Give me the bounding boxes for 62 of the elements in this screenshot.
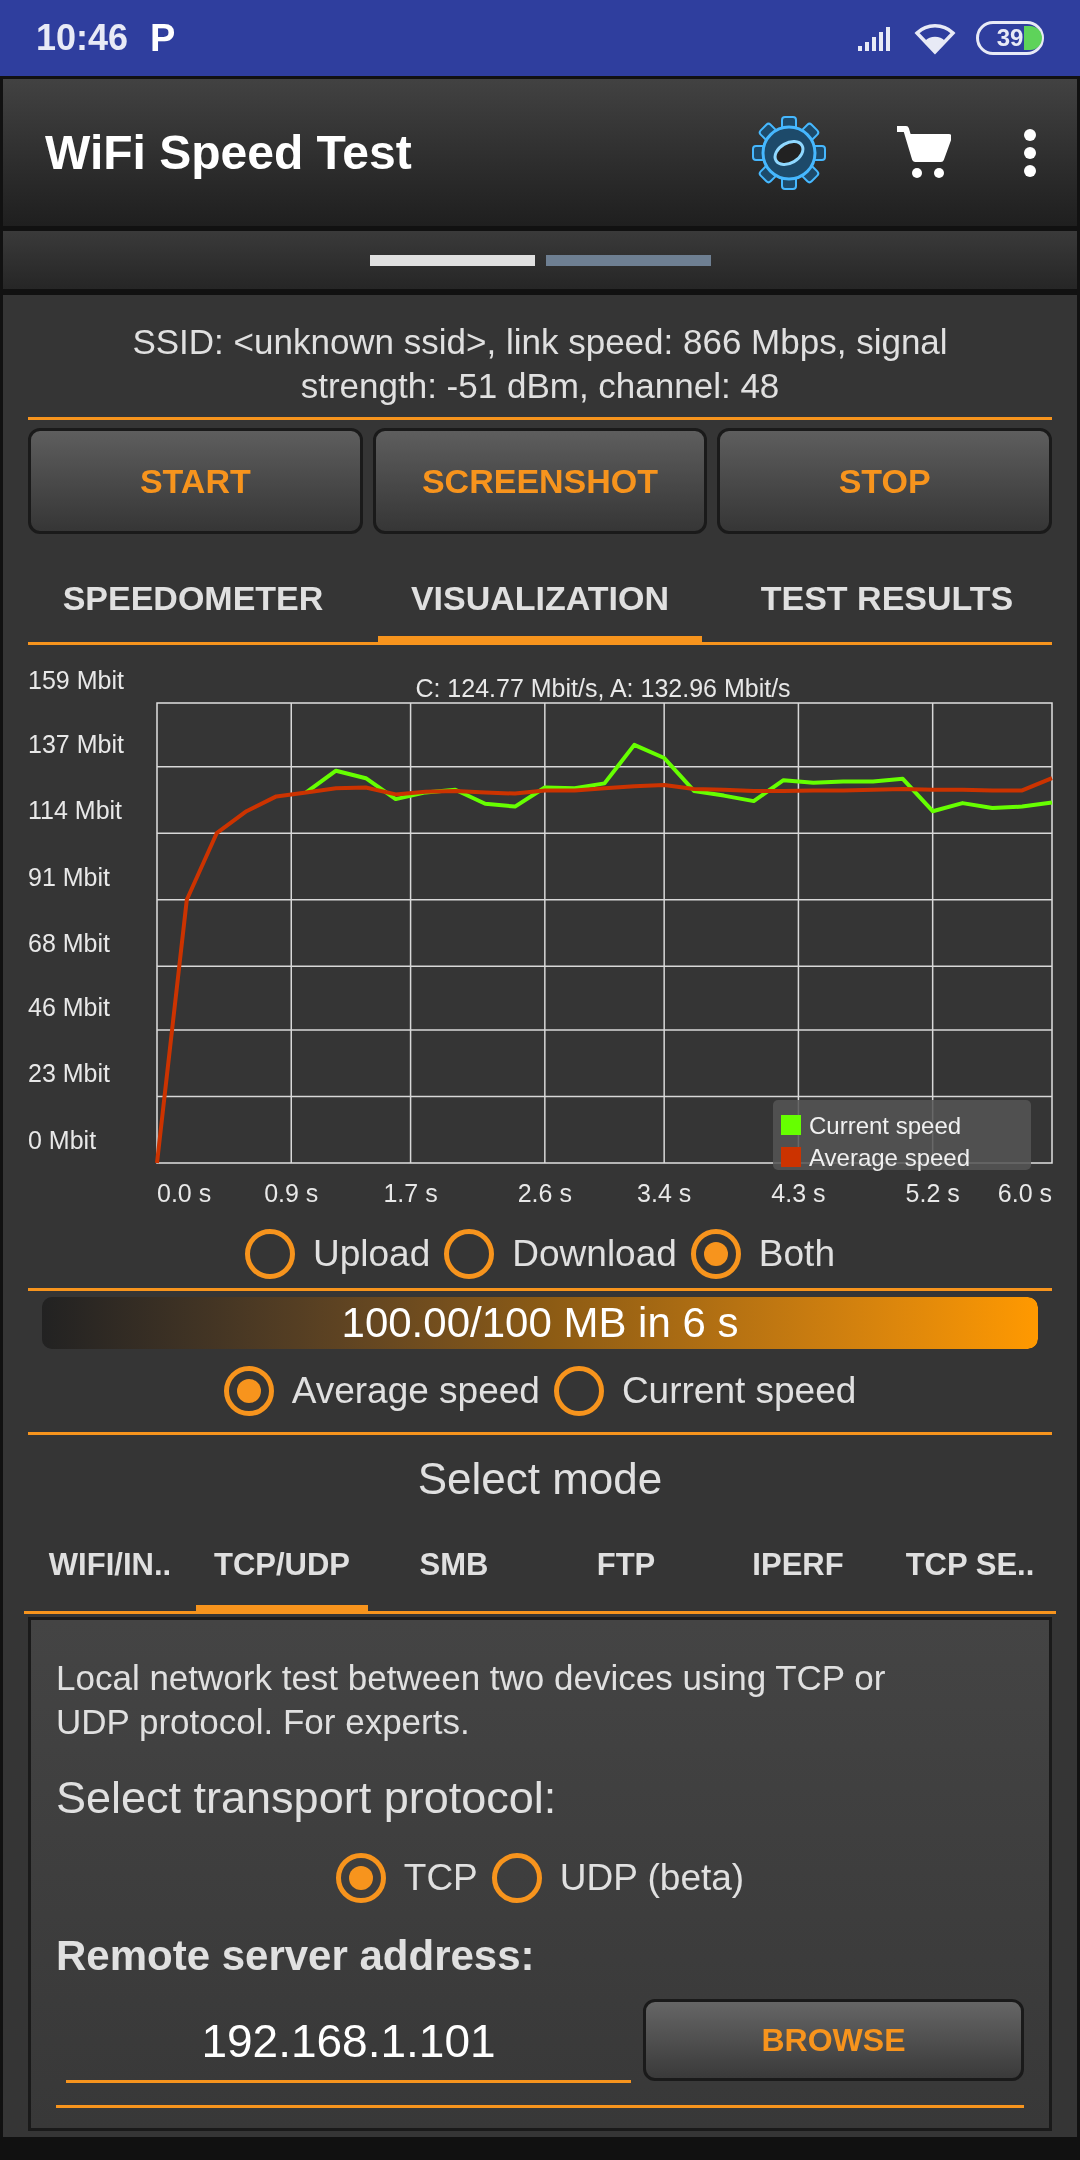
address-field[interactable]: 192.168.1.101 xyxy=(66,2002,631,2083)
y-axis-label: 23 Mbit xyxy=(28,1059,110,1088)
action-button[interactable]: START xyxy=(28,428,363,534)
y-axis-label: 114 Mbit xyxy=(28,796,123,825)
clock: 10:46 xyxy=(36,16,129,60)
radio-button[interactable] xyxy=(690,1228,741,1279)
radio-button[interactable] xyxy=(444,1228,495,1279)
wifi-icon xyxy=(914,21,956,55)
tab[interactable]: TEST RESULTS xyxy=(722,554,1052,642)
action-button[interactable]: SCREENSHOT xyxy=(372,428,708,534)
chart-title: C: 124.77 Mbit/s, A: 132.96 Mbit/s xyxy=(415,674,791,702)
radio-label: Both xyxy=(758,1231,835,1276)
radio-label: UDP (beta) xyxy=(559,1855,745,1900)
radio-button[interactable] xyxy=(491,1852,542,1903)
battery-level: 39 xyxy=(996,23,1024,53)
mode-tab[interactable]: TCP SE.. xyxy=(884,1519,1056,1611)
radio-label: Download xyxy=(512,1231,677,1276)
section-title: Select mode xyxy=(416,1453,664,1505)
radio-button[interactable] xyxy=(245,1228,295,1279)
radio-button[interactable] xyxy=(335,1852,386,1903)
x-axis-label: 6.0 s xyxy=(997,1179,1052,1207)
description-text: Local network test between two devices using TCP or UDP protocol. For experts. xyxy=(56,1657,887,1743)
notification-icon: P xyxy=(150,9,176,67)
radio-label: Upload xyxy=(313,1231,431,1276)
mode-tab[interactable]: FTP xyxy=(540,1519,712,1611)
mode-tab[interactable]: SMB xyxy=(368,1519,540,1611)
x-axis-label: 3.4 s xyxy=(637,1179,692,1207)
tab[interactable]: VISUALIZATION xyxy=(378,554,702,642)
app-title: WiFi Speed Test xyxy=(45,124,412,181)
radio-label: TCP xyxy=(403,1855,478,1900)
action-button[interactable]: STOP xyxy=(717,428,1052,534)
legend-label: Average speed xyxy=(809,1144,970,1171)
page-indicator[interactable] xyxy=(369,254,535,266)
x-axis-label: 5.2 s xyxy=(905,1179,960,1207)
y-axis-label: 137 Mbit xyxy=(28,729,124,758)
progress-text: 100.00/100 MB in 6 s xyxy=(340,1298,740,1348)
cart-icon[interactable] xyxy=(895,124,951,181)
network-info: SSID: <unknown ssid>, link speed: 866 Mbps, signal strength: -51 dBm, channel: 48 xyxy=(28,295,1052,420)
x-axis-label: 0.0 s xyxy=(157,1179,212,1207)
x-axis-label: 4.3 s xyxy=(771,1179,826,1207)
legend-label: Current speed xyxy=(809,1112,962,1139)
y-axis-label: 91 Mbit xyxy=(28,862,110,891)
x-axis-label: 2.6 s xyxy=(517,1179,572,1207)
tab[interactable]: SPEEDOMETER xyxy=(28,554,358,642)
mode-tab[interactable]: IPERF xyxy=(712,1519,884,1611)
section-heading: Remote server address: xyxy=(56,1930,536,1981)
x-axis-label: 1.7 s xyxy=(383,1179,438,1207)
y-axis-label: 68 Mbit xyxy=(28,929,110,958)
y-axis-label: 0 Mbit xyxy=(28,1126,97,1154)
y-axis-label: 46 Mbit xyxy=(28,992,110,1021)
radio-label: Average speed xyxy=(291,1368,540,1413)
radio-button[interactable] xyxy=(223,1365,274,1416)
mode-tab[interactable]: WIFI/IN.. xyxy=(24,1519,196,1611)
mode-tab[interactable]: TCP/UDP xyxy=(196,1519,368,1611)
radio-button[interactable] xyxy=(553,1365,604,1416)
battery-icon xyxy=(976,21,1044,55)
y-axis-label: 159 Mbit xyxy=(28,666,124,694)
overflow-menu-icon[interactable] xyxy=(1023,127,1037,178)
section-heading: Select transport protocol: xyxy=(56,1771,558,1825)
radio-label: Current speed xyxy=(621,1368,857,1413)
x-axis-label: 0.9 s xyxy=(264,1179,319,1207)
browse-button[interactable]: BROWSE xyxy=(643,1998,1024,2081)
